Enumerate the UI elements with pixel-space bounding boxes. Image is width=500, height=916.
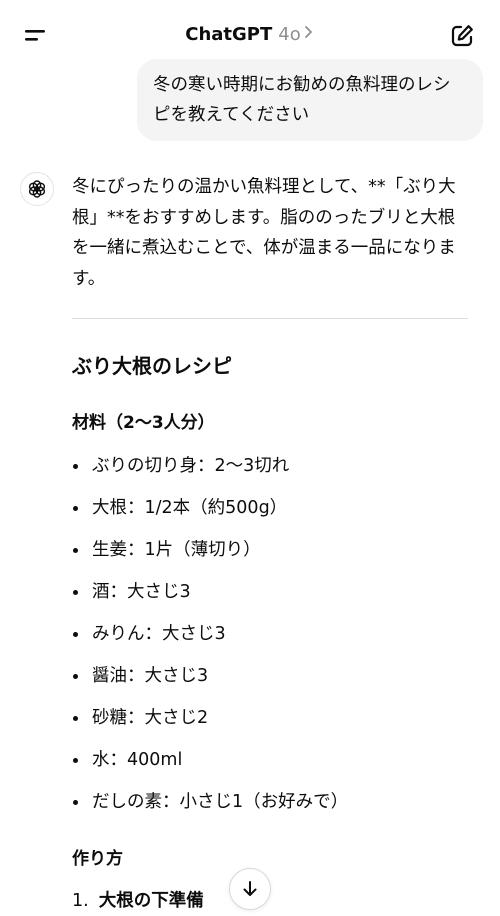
- bullet: [73, 674, 78, 679]
- ingredient-item: 水：400ml: [72, 746, 348, 788]
- bullet: [73, 590, 78, 595]
- ingredient-text: みりん：大さじ3: [92, 624, 226, 644]
- ingredient-text: だしの素：小さじ1（お好みで）: [92, 792, 349, 812]
- model-label: 4o: [278, 24, 301, 45]
- chevron-right-icon: [303, 22, 315, 48]
- ingredient-item: 生姜：1片（薄切り）: [72, 536, 348, 578]
- bullet: [73, 632, 78, 637]
- ingredient-text: 大根：1/2本（約500g）: [92, 498, 288, 518]
- ingredient-item: 酒：大さじ3: [72, 578, 348, 620]
- bullet: [73, 758, 78, 763]
- ingredient-text: 醤油：大さじ3: [92, 666, 209, 686]
- step-item: 1. 大根の下準備: [72, 888, 204, 914]
- ingredient-text: 酒：大さじ3: [92, 582, 191, 602]
- step-title: 大根の下準備: [98, 891, 204, 911]
- method-heading: 作り方: [72, 849, 123, 869]
- scroll-to-bottom-button[interactable]: [229, 868, 271, 910]
- chat-screen: ChatGPT 4o 冬の寒い時期にお勧めの魚料理のレシピを教えてください 冬にぴ…: [0, 0, 500, 916]
- ingredients-heading: 材料（2〜3人分）: [72, 413, 215, 433]
- model-selector[interactable]: ChatGPT 4o: [0, 22, 500, 48]
- assistant-avatar: [20, 172, 54, 206]
- arrow-down-icon: [243, 881, 257, 896]
- ingredient-item: 大根：1/2本（約500g）: [72, 494, 348, 536]
- ingredient-item: ぶりの切り身：2〜3切れ: [72, 452, 348, 494]
- ingredient-item: だしの素：小さじ1（お好みで）: [72, 788, 348, 830]
- ingredient-text: ぶりの切り身：2〜3切れ: [92, 456, 290, 476]
- bullet: [73, 800, 78, 805]
- new-chat-icon: [451, 25, 473, 47]
- user-message: 冬の寒い時期にお勧めの魚料理のレシピを教えてください: [137, 59, 483, 141]
- ingredient-item: 醤油：大さじ3: [72, 662, 348, 704]
- ingredient-text: 砂糖：大さじ2: [92, 708, 209, 728]
- step-number: 1.: [72, 891, 89, 911]
- bullet: [73, 548, 78, 553]
- ingredient-text: 生姜：1片（薄切り）: [92, 540, 261, 560]
- ingredient-item: 砂糖：大さじ2: [72, 704, 348, 746]
- assistant-intro-text: 冬にぴったりの温かい魚料理として、**「ぶり大根」**をおすすめします。脂ののっ…: [72, 177, 456, 289]
- openai-logo-icon: [28, 180, 46, 198]
- bullet: [73, 464, 78, 469]
- recipe-title: ぶり大根のレシピ: [72, 354, 232, 378]
- ingredient-item: みりん：大さじ3: [72, 620, 348, 662]
- app-title: ChatGPT: [185, 24, 273, 45]
- bullet: [73, 716, 78, 721]
- bullet: [73, 506, 78, 511]
- ingredients-list: ぶりの切り身：2〜3切れ 大根：1/2本（約500g） 生姜：1片（薄切り） 酒…: [72, 452, 348, 830]
- divider: [72, 318, 468, 319]
- new-chat-button[interactable]: [448, 22, 476, 50]
- ingredient-text: 水：400ml: [92, 750, 183, 770]
